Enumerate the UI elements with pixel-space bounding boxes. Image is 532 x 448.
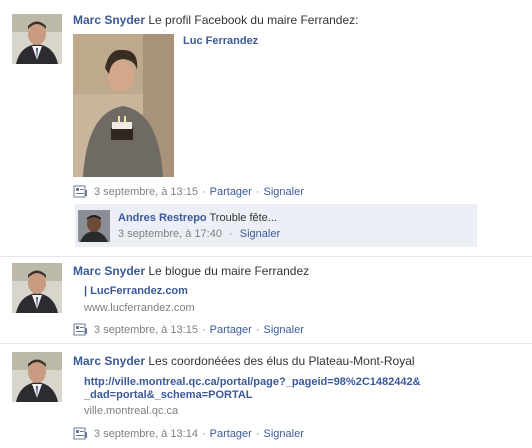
separator-dot: · (229, 228, 233, 240)
report-link[interactable]: Signaler (264, 428, 304, 440)
post-author-link[interactable]: Marc Snyder (73, 354, 145, 368)
avatar-photo (12, 14, 62, 64)
post-timestamp[interactable]: 3 septembre, à 13:15 (94, 324, 198, 336)
post-timestamp[interactable]: 3 septembre, à 13:14 (94, 428, 198, 440)
link-share-icon (73, 427, 88, 440)
post-message: Les coordonéées des élus du Plateau-Mont… (148, 354, 415, 368)
separator-dot: · (201, 427, 206, 440)
attachment-photo[interactable] (73, 34, 174, 177)
attachment-url: ville.montreal.qc.ca (84, 405, 179, 417)
feed-post: Marc Snyder Le blogue du maire Ferrandez… (0, 257, 532, 343)
share-link[interactable]: Partager (210, 324, 252, 336)
attachment-title-link[interactable]: Luc Ferrandez (183, 35, 258, 47)
commenter-avatar[interactable] (78, 210, 110, 242)
link-share-icon (73, 323, 88, 336)
photo-image (73, 34, 174, 177)
separator-dot: · (201, 323, 206, 336)
avatar-photo (12, 263, 62, 313)
comment: Andres Restrepo Trouble fête... 3 septem… (75, 204, 477, 247)
post-message: Le profil Facebook du maire Ferrandez: (148, 13, 359, 27)
commenter-photo (78, 210, 110, 242)
attachment-title-link[interactable]: http://ville.montreal.qc.ca/portal/page?… (84, 376, 421, 388)
separator-dot: · (255, 427, 260, 440)
report-link[interactable]: Signaler (264, 186, 304, 198)
author-avatar[interactable] (12, 14, 62, 64)
author-avatar[interactable] (12, 352, 62, 402)
share-link[interactable]: Partager (210, 186, 252, 198)
comment-timestamp: 3 septembre, à 17:40 (118, 228, 222, 240)
post-message: Le blogue du maire Ferrandez (148, 264, 310, 278)
avatar-photo (12, 352, 62, 402)
comment-author-link[interactable]: Andres Restrepo (118, 212, 207, 224)
share-link[interactable]: Partager (210, 428, 252, 440)
feed-post: Marc Snyder Les coordonéées des élus du … (0, 344, 532, 448)
post-timestamp[interactable]: 3 septembre, à 13:15 (94, 186, 198, 198)
comment-report-link[interactable]: Signaler (240, 228, 280, 240)
status-icon (73, 185, 88, 198)
post-author-link[interactable]: Marc Snyder (73, 13, 145, 27)
report-link[interactable]: Signaler (264, 324, 304, 336)
feed-post: Marc Snyder Le profil Facebook du maire … (0, 0, 532, 256)
separator-dot: · (255, 185, 260, 198)
attachment-title-link[interactable]: | LucFerrandez.com (84, 285, 188, 297)
post-author-link[interactable]: Marc Snyder (73, 264, 145, 278)
author-avatar[interactable] (12, 263, 62, 313)
attachment-url: www.lucferrandez.com (84, 302, 195, 314)
separator-dot: · (201, 185, 206, 198)
attachment-title-link-continued[interactable]: _dad=portal&_schema=PORTAL (84, 389, 253, 401)
separator-dot: · (255, 323, 260, 336)
comment-text: Trouble fête... (209, 212, 277, 224)
